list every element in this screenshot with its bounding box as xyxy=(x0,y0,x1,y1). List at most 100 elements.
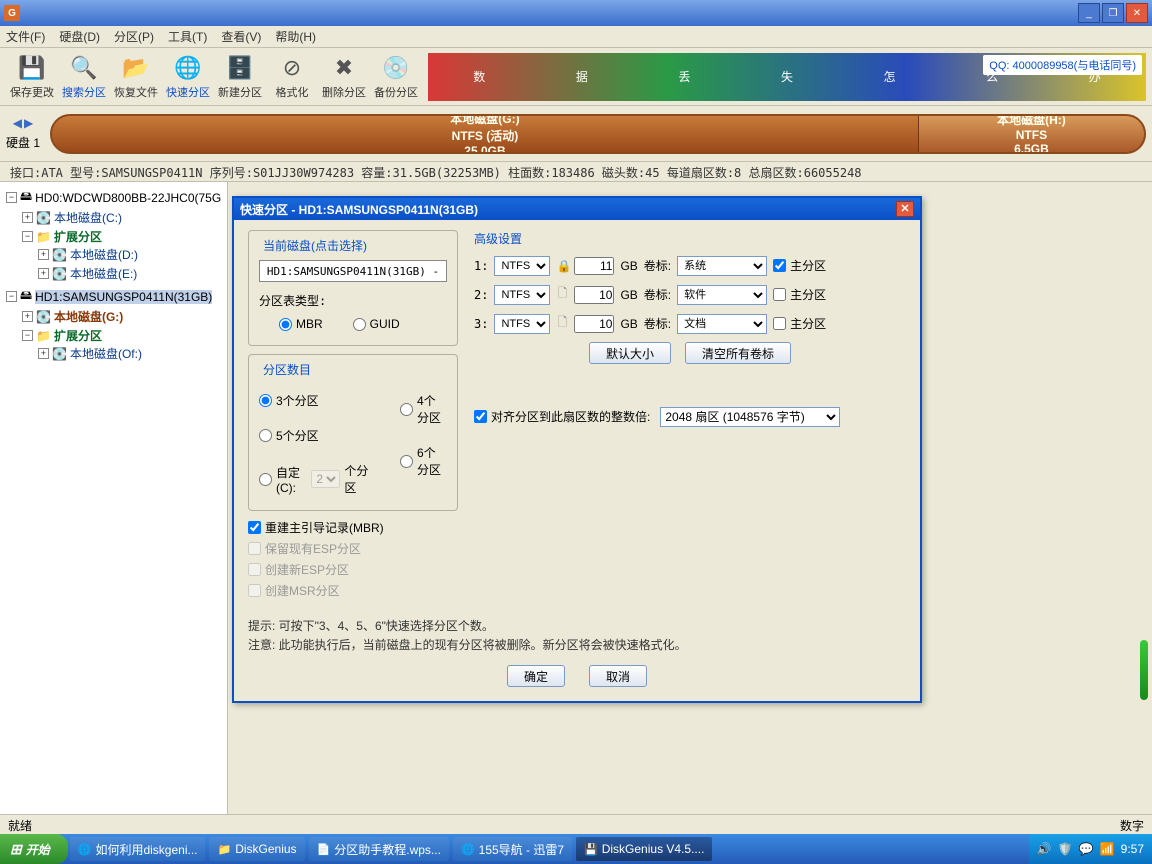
radio-6parts[interactable]: 6个分区 xyxy=(400,444,447,478)
app-logo-icon: G xyxy=(4,5,20,21)
align-select[interactable]: 2048 扇区 (1048576 字节) xyxy=(660,407,840,427)
ptype-label: 分区表类型: xyxy=(259,292,447,309)
taskbar: ⊞ 开始 🌐 如何利用diskgeni... 📁 DiskGenius 📄 分区… xyxy=(0,834,1152,864)
menu-tools[interactable]: 工具(T) xyxy=(168,28,207,45)
tree-of[interactable]: 本地磁盘(Of:) xyxy=(70,345,142,362)
partition-h[interactable]: 本地磁盘(H:)NTFS6.5GB xyxy=(918,116,1144,152)
radio-mbr[interactable]: MBR xyxy=(279,317,323,331)
lock-icon[interactable]: 🔒 xyxy=(556,259,568,273)
tb-quick[interactable]: 🌐快速分区 xyxy=(162,54,214,100)
task-item[interactable]: 🌐 155导航 - 迅雷7 xyxy=(453,837,572,861)
chk-keep-esp: 保留现有ESP分区 xyxy=(248,540,458,557)
tray-icon[interactable]: 💬 xyxy=(1079,842,1094,856)
disk-bar[interactable]: 本地磁盘(G:)NTFS (活动)25.0GB 本地磁盘(H:)NTFS6.5G… xyxy=(50,114,1146,154)
disk-info-line: 接口:ATA 型号:SAMSUNGSP0411N 序列号:S01JJ30W974… xyxy=(0,162,1152,182)
tray-clock[interactable]: 9:57 xyxy=(1121,842,1144,856)
dialog-close-button[interactable]: ✕ xyxy=(896,201,914,217)
fs-select[interactable]: NTFS xyxy=(494,314,550,334)
tb-new[interactable]: 🗄️新建分区 xyxy=(214,54,266,100)
task-item[interactable]: 📁 DiskGenius xyxy=(209,837,304,861)
menubar: 文件(F) 硬盘(D) 分区(P) 工具(T) 查看(V) 帮助(H) xyxy=(0,26,1152,48)
tree-hd0[interactable]: HD0:WDCWD800BB-22JHC0(75G xyxy=(35,191,221,205)
tree-ext1[interactable]: 扩展分区 xyxy=(54,327,102,344)
search-icon: 🔍 xyxy=(70,54,98,82)
tb-backup[interactable]: 💿备份分区 xyxy=(370,54,422,100)
tree-d[interactable]: 本地磁盘(D:) xyxy=(70,246,138,263)
ok-button[interactable]: 确定 xyxy=(507,665,565,687)
tree-ext0[interactable]: 扩展分区 xyxy=(54,228,102,245)
newpart-icon: 🗄️ xyxy=(226,54,254,82)
primary-checkbox[interactable]: 主分区 xyxy=(773,257,826,274)
minimize-button[interactable]: _ xyxy=(1078,3,1100,23)
menu-partition[interactable]: 分区(P) xyxy=(114,28,154,45)
menu-disk[interactable]: 硬盘(D) xyxy=(59,28,100,45)
tb-save[interactable]: 💾保存更改 xyxy=(6,54,58,100)
tray-icon[interactable]: 📶 xyxy=(1100,842,1115,856)
disk-bar-row: ◀ ▶ 硬盘 1 本地磁盘(G:)NTFS (活动)25.0GB 本地磁盘(H:… xyxy=(0,106,1152,162)
task-item[interactable]: 📄 分区助手教程.wps... xyxy=(309,837,449,861)
dialog-titlebar[interactable]: 快速分区 - HD1:SAMSUNGSP0411N(31GB) ✕ xyxy=(234,198,920,220)
partition-row: 1:NTFS🔒GB卷标:系统 主分区 xyxy=(474,253,906,278)
tb-search[interactable]: 🔍搜索分区 xyxy=(58,54,110,100)
tree-g[interactable]: 本地磁盘(G:) xyxy=(54,308,123,325)
task-item[interactable]: 🌐 如何利用diskgeni... xyxy=(70,837,206,861)
default-size-button[interactable]: 默认大小 xyxy=(589,342,671,364)
vollabel-select[interactable]: 系统 xyxy=(677,256,767,276)
recover-icon: 📂 xyxy=(122,54,150,82)
lock-icon[interactable]: 🗋 xyxy=(556,284,568,305)
tb-delete[interactable]: ✖删除分区 xyxy=(318,54,370,100)
size-input[interactable] xyxy=(574,257,614,275)
partition-count-fieldset: 分区数目 3个分区 5个分区 自定(C): 2 个分区 4个分区 6个分区 xyxy=(248,354,458,511)
chk-rebuild-mbr[interactable]: 重建主引导记录(MBR) xyxy=(248,519,458,536)
menu-view[interactable]: 查看(V) xyxy=(221,28,261,45)
radio-4parts[interactable]: 4个分区 xyxy=(400,392,447,426)
radio-guid[interactable]: GUID xyxy=(353,317,400,331)
partition-g[interactable]: 本地磁盘(G:)NTFS (活动)25.0GB xyxy=(52,116,918,152)
radio-3parts[interactable]: 3个分区 xyxy=(259,392,370,409)
radio-custom[interactable]: 自定(C): 2 个分区 xyxy=(259,462,370,496)
status-left: 就绪 xyxy=(8,817,32,832)
start-button[interactable]: ⊞ 开始 xyxy=(0,834,68,864)
scroll-thumb[interactable] xyxy=(1140,640,1148,700)
system-tray[interactable]: 🔊 🛡️ 💬 📶 9:57 xyxy=(1029,834,1152,864)
save-icon: 💾 xyxy=(18,54,46,82)
tray-icon[interactable]: 🛡️ xyxy=(1058,842,1073,856)
advanced-legend: 高级设置 xyxy=(474,230,906,247)
fs-select[interactable]: NTFS xyxy=(494,256,550,276)
lock-icon[interactable]: 🗋 xyxy=(556,313,568,334)
hint2: 注意: 此功能执行后，当前磁盘上的现有分区将被删除。新分区将会被快速格式化。 xyxy=(248,636,906,655)
menu-file[interactable]: 文件(F) xyxy=(6,28,45,45)
task-item[interactable]: 💾 DiskGenius V4.5.... xyxy=(576,837,712,861)
clear-labels-button[interactable]: 清空所有卷标 xyxy=(685,342,791,364)
vollabel-select[interactable]: 软件 xyxy=(677,285,767,305)
expand-icon[interactable]: − xyxy=(6,192,17,203)
disk-select-button[interactable]: HD1:SAMSUNGSP0411N(31GB) - xyxy=(259,260,447,282)
size-input[interactable] xyxy=(574,315,614,333)
radio-5parts[interactable]: 5个分区 xyxy=(259,427,370,444)
statusbar: 就绪 数字 xyxy=(0,814,1152,834)
tree-hd1[interactable]: HD1:SAMSUNGSP0411N(31GB) xyxy=(35,290,212,304)
delete-icon: ✖ xyxy=(330,54,358,82)
tb-format[interactable]: ⊘格式化 xyxy=(266,54,318,100)
cancel-button[interactable]: 取消 xyxy=(589,665,647,687)
current-disk-fieldset: 当前磁盘(点击选择) HD1:SAMSUNGSP0411N(31GB) - 分区… xyxy=(248,230,458,346)
vollabel-select[interactable]: 文档 xyxy=(677,314,767,334)
partition-row: 3:NTFS🗋GB卷标:文档 主分区 xyxy=(474,311,906,336)
nav-back-icon[interactable]: ◀ xyxy=(13,116,22,130)
size-input[interactable] xyxy=(574,286,614,304)
tray-icon[interactable]: 🔊 xyxy=(1037,842,1052,856)
tree-e[interactable]: 本地磁盘(E:) xyxy=(70,265,137,282)
tree-c[interactable]: 本地磁盘(C:) xyxy=(54,209,122,226)
primary-checkbox[interactable]: 主分区 xyxy=(773,315,826,332)
tb-recover[interactable]: 📂恢复文件 xyxy=(110,54,162,100)
primary-checkbox[interactable]: 主分区 xyxy=(773,286,826,303)
fs-select[interactable]: NTFS xyxy=(494,285,550,305)
nav-fwd-icon[interactable]: ▶ xyxy=(24,116,33,130)
maximize-button[interactable]: ❐ xyxy=(1102,3,1124,23)
close-button[interactable]: ✕ xyxy=(1126,3,1148,23)
backup-icon: 💿 xyxy=(382,54,410,82)
hint1: 提示: 可按下"3、4、5、6"快速选择分区个数。 xyxy=(248,617,906,636)
menu-help[interactable]: 帮助(H) xyxy=(275,28,316,45)
ad-banner[interactable]: 数据丢失怎么办 QQ: 4000089958(与电话同号) xyxy=(428,53,1146,101)
chk-align[interactable]: 对齐分区到此扇区数的整数倍: xyxy=(474,408,650,425)
